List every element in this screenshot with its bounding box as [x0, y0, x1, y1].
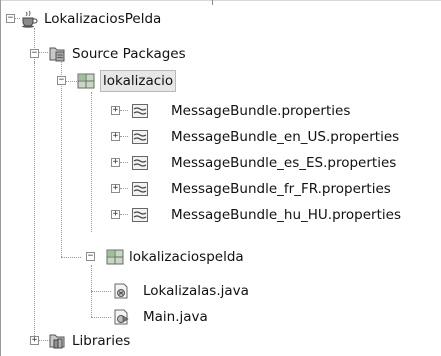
source-packages-label: Source Packages: [72, 46, 186, 62]
collapse-toggle[interactable]: −: [6, 14, 15, 23]
panel-top-border: [0, 0, 441, 1]
tree-line: [120, 214, 128, 215]
project-label: LokalizaciosPelda: [44, 11, 162, 27]
expand-toggle[interactable]: +: [30, 336, 39, 345]
coffee-cup-project-icon: [20, 10, 38, 28]
file-label: MessageBundle_es_ES.properties: [171, 155, 397, 171]
source-folder-icon: [48, 45, 66, 63]
properties-file-icon: [131, 180, 149, 198]
panel-divider-tick: [212, 0, 213, 5]
tree-node-file[interactable]: + MessageBundle_fr_FR.properties: [0, 176, 441, 202]
project-tree: − LokalizaciosPelda − Source Packages −: [0, 0, 441, 356]
package-icon: [77, 72, 95, 90]
file-label: MessageBundle_fr_FR.properties: [171, 181, 391, 197]
collapse-toggle[interactable]: −: [86, 252, 95, 261]
file-label: Main.java: [143, 309, 208, 325]
properties-file-icon: [131, 206, 149, 224]
tree-node-file[interactable]: Main.java: [0, 304, 441, 330]
file-label: MessageBundle.properties: [171, 103, 351, 119]
tree-node-project[interactable]: − LokalizaciosPelda: [0, 6, 441, 32]
file-label: Lokalizalas.java: [143, 283, 249, 299]
file-label: MessageBundle_en_US.properties: [171, 129, 400, 145]
tree-node-package-lokalizacio[interactable]: − lokalizacio: [0, 68, 441, 94]
properties-file-icon: [131, 154, 149, 172]
tree-node-libraries[interactable]: + Libraries: [0, 328, 441, 354]
properties-file-icon: [131, 128, 149, 146]
libraries-icon: [48, 332, 66, 350]
collapse-toggle[interactable]: −: [57, 76, 66, 85]
tree-line: [120, 188, 128, 189]
java-main-class-icon: [112, 308, 130, 326]
tree-node-file[interactable]: + MessageBundle.properties: [0, 98, 441, 124]
tree-node-file[interactable]: Lokalizalas.java: [0, 278, 441, 304]
collapse-toggle[interactable]: −: [30, 49, 39, 58]
tree-node-file[interactable]: + MessageBundle_hu_HU.properties: [0, 202, 441, 228]
file-label: MessageBundle_hu_HU.properties: [171, 207, 401, 223]
expand-toggle[interactable]: +: [111, 132, 120, 141]
expand-toggle[interactable]: +: [111, 184, 120, 193]
libraries-label: Libraries: [72, 333, 131, 349]
expand-toggle[interactable]: +: [111, 210, 120, 219]
tree-node-file[interactable]: + MessageBundle_es_ES.properties: [0, 150, 441, 176]
expand-toggle[interactable]: +: [111, 158, 120, 167]
java-class-icon: [112, 282, 130, 300]
expand-toggle[interactable]: +: [111, 106, 120, 115]
tree-node-file[interactable]: + MessageBundle_en_US.properties: [0, 124, 441, 150]
tree-line: [120, 162, 128, 163]
tree-node-source-packages[interactable]: − Source Packages: [0, 41, 441, 67]
tree-line: [120, 110, 128, 111]
properties-file-icon: [131, 102, 149, 120]
tree-line: [120, 136, 128, 137]
tree-node-package-lokalizaciospelda[interactable]: − lokalizaciospelda: [0, 244, 441, 270]
package-icon: [106, 248, 124, 266]
package-label: lokalizaciospelda: [129, 249, 244, 265]
package-label: lokalizacio: [100, 70, 177, 92]
